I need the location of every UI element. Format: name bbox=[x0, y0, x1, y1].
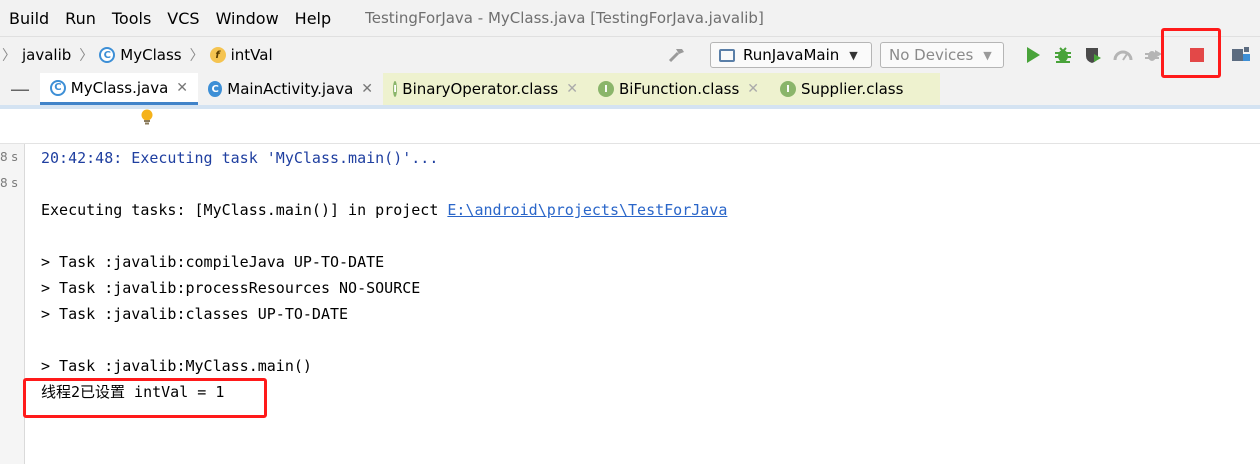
device-select[interactable]: No Devices ▼ bbox=[880, 42, 1004, 68]
hide-icon[interactable]: — bbox=[0, 73, 40, 105]
close-icon[interactable]: ✕ bbox=[566, 81, 578, 97]
field-icon: f bbox=[209, 47, 226, 63]
breadcrumb-label: intVal bbox=[230, 46, 273, 64]
breadcrumb-javalib[interactable]: 〉 javalib bbox=[0, 45, 71, 65]
run-config-value: RunJavaMain bbox=[743, 46, 840, 64]
interface-icon: I bbox=[393, 81, 398, 97]
profile-icon[interactable] bbox=[1108, 40, 1138, 70]
tab-label: Supplier.class bbox=[801, 80, 904, 98]
menu-vcs[interactable]: VCS bbox=[159, 9, 207, 28]
debug-icon[interactable] bbox=[1048, 40, 1078, 70]
menu-help[interactable]: Help bbox=[287, 9, 339, 28]
menu-build[interactable]: Build bbox=[0, 9, 57, 28]
app-config-icon bbox=[719, 48, 735, 62]
chevron-right-icon: 〉 bbox=[189, 48, 204, 64]
close-icon[interactable]: ✕ bbox=[176, 80, 188, 96]
class-icon: C bbox=[50, 79, 66, 96]
tab-label: MyClass.java bbox=[70, 78, 169, 97]
elapsed-time: 8 s bbox=[0, 176, 18, 190]
console-gutter: 8 s 8 s bbox=[0, 144, 25, 464]
lightbulb-icon[interactable] bbox=[140, 109, 154, 129]
console-line: > Task :javalib:MyClass.main() bbox=[41, 357, 312, 375]
tab-mainactivity-java[interactable]: C MainActivity.java ✕ bbox=[198, 73, 383, 105]
elapsed-time: 8 s bbox=[0, 150, 18, 164]
chevron-down-icon: ▼ bbox=[983, 48, 992, 62]
console-line: > Task :javalib:processResources NO-SOUR… bbox=[41, 279, 421, 297]
project-structure-icon[interactable] bbox=[1226, 40, 1256, 70]
menu-run[interactable]: Run bbox=[57, 9, 104, 28]
breadcrumb-label: MyClass bbox=[120, 46, 182, 64]
console-line: 20:42:48: Executing task 'MyClass.main()… bbox=[41, 149, 439, 167]
tab-label: BiFunction.class bbox=[619, 80, 740, 98]
navigation-bar: 〉 javalib 〉 C MyClass 〉 f intVal RunJava… bbox=[0, 36, 1260, 73]
interface-icon: I bbox=[598, 81, 614, 97]
breadcrumb-label: javalib bbox=[22, 46, 72, 64]
console-line: > Task :javalib:classes UP-TO-DATE bbox=[41, 305, 349, 323]
interface-icon: I bbox=[780, 81, 796, 97]
run-console-output[interactable]: 20:42:48: Executing task 'MyClass.main()… bbox=[41, 145, 727, 405]
class-icon: C bbox=[208, 81, 223, 97]
tab-myclass-java[interactable]: C MyClass.java ✕ bbox=[40, 73, 198, 105]
console-line: > Task :javalib:compileJava UP-TO-DATE bbox=[41, 253, 385, 271]
tab-supplier-class[interactable]: I Supplier.class ✕ bbox=[770, 73, 940, 105]
coverage-icon[interactable] bbox=[1078, 40, 1108, 70]
tab-label: BinaryOperator.class bbox=[402, 80, 559, 98]
close-icon[interactable]: ✕ bbox=[361, 81, 373, 97]
chevron-right-icon: 〉 bbox=[79, 48, 94, 64]
chevron-down-icon: ▼ bbox=[849, 48, 858, 62]
tab-binaryoperator-class[interactable]: I BinaryOperator.class ✕ bbox=[383, 73, 588, 105]
stop-highlight-box bbox=[1161, 28, 1221, 78]
chevron-right-icon: 〉 bbox=[2, 48, 16, 64]
breadcrumb-myclass[interactable]: 〉 C MyClass bbox=[77, 45, 181, 65]
menu-bar: Build Run Tools VCS Window Help TestingF… bbox=[0, 0, 1260, 36]
menu-tools[interactable]: Tools bbox=[104, 9, 159, 28]
window-title: TestingForJava - MyClass.java [TestingFo… bbox=[365, 9, 764, 27]
project-path-link[interactable]: E:\android\projects\TestForJava bbox=[447, 201, 727, 219]
hammer-icon[interactable] bbox=[662, 40, 692, 70]
breadcrumb-intval[interactable]: 〉 f intVal bbox=[188, 45, 273, 65]
tab-bifunction-class[interactable]: I BiFunction.class ✕ bbox=[588, 73, 770, 105]
device-value: No Devices bbox=[889, 46, 974, 64]
console-text: Executing tasks: [MyClass.main()] in pro… bbox=[41, 201, 448, 219]
menu-window[interactable]: Window bbox=[208, 9, 287, 28]
run-config-select[interactable]: RunJavaMain ▼ bbox=[710, 42, 872, 68]
output-highlight-box bbox=[23, 378, 267, 418]
editor-hint-strip bbox=[0, 109, 1260, 144]
run-icon[interactable] bbox=[1018, 40, 1048, 70]
editor-tab-bar: — C MyClass.java ✕ C MainActivity.java ✕… bbox=[0, 73, 1260, 105]
tab-label: MainActivity.java bbox=[227, 80, 354, 98]
class-icon: C bbox=[99, 47, 116, 63]
close-icon[interactable]: ✕ bbox=[747, 81, 759, 97]
console-line: Executing tasks: [MyClass.main()] in pro… bbox=[41, 197, 727, 223]
